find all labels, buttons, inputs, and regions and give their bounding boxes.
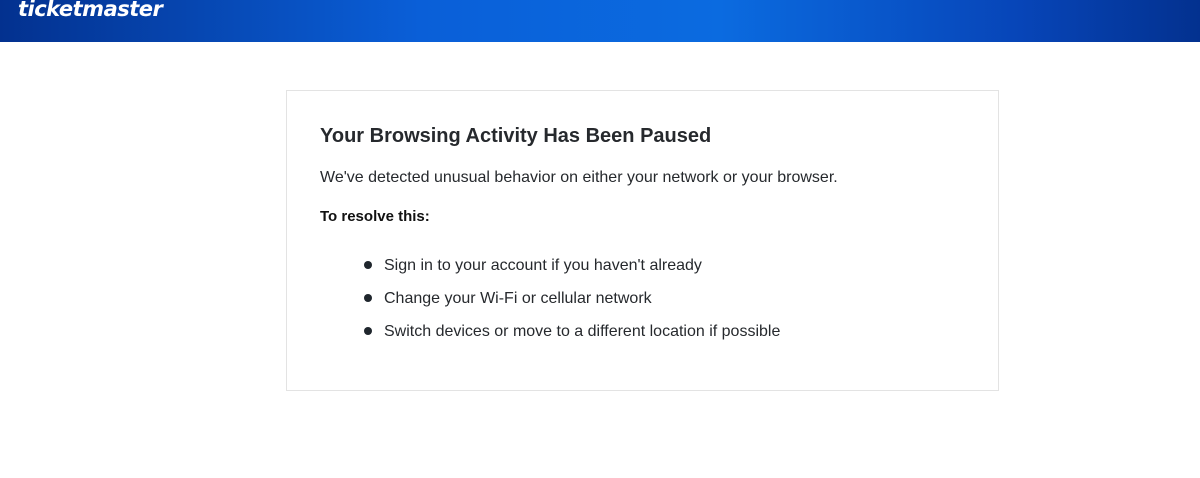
bullet-icon xyxy=(364,261,372,269)
top-header-bar: ticketmaster xyxy=(0,0,1200,42)
step-label: Sign in to your account if you haven't a… xyxy=(384,257,702,274)
step-label: Change your Wi-Fi or cellular network xyxy=(384,290,652,307)
notice-title: Your Browsing Activity Has Been Paused xyxy=(320,125,712,147)
ticketmaster-logo[interactable]: ticketmaster xyxy=(18,0,163,24)
bullet-icon xyxy=(364,294,372,302)
paused-notice-card: Your Browsing Activity Has Been Paused W… xyxy=(286,90,999,391)
step-label: Switch devices or move to a different lo… xyxy=(384,323,781,340)
notice-description: We've detected unusual behavior on eithe… xyxy=(320,169,838,186)
resolve-heading: To resolve this: xyxy=(320,208,430,225)
bullet-icon xyxy=(364,327,372,335)
